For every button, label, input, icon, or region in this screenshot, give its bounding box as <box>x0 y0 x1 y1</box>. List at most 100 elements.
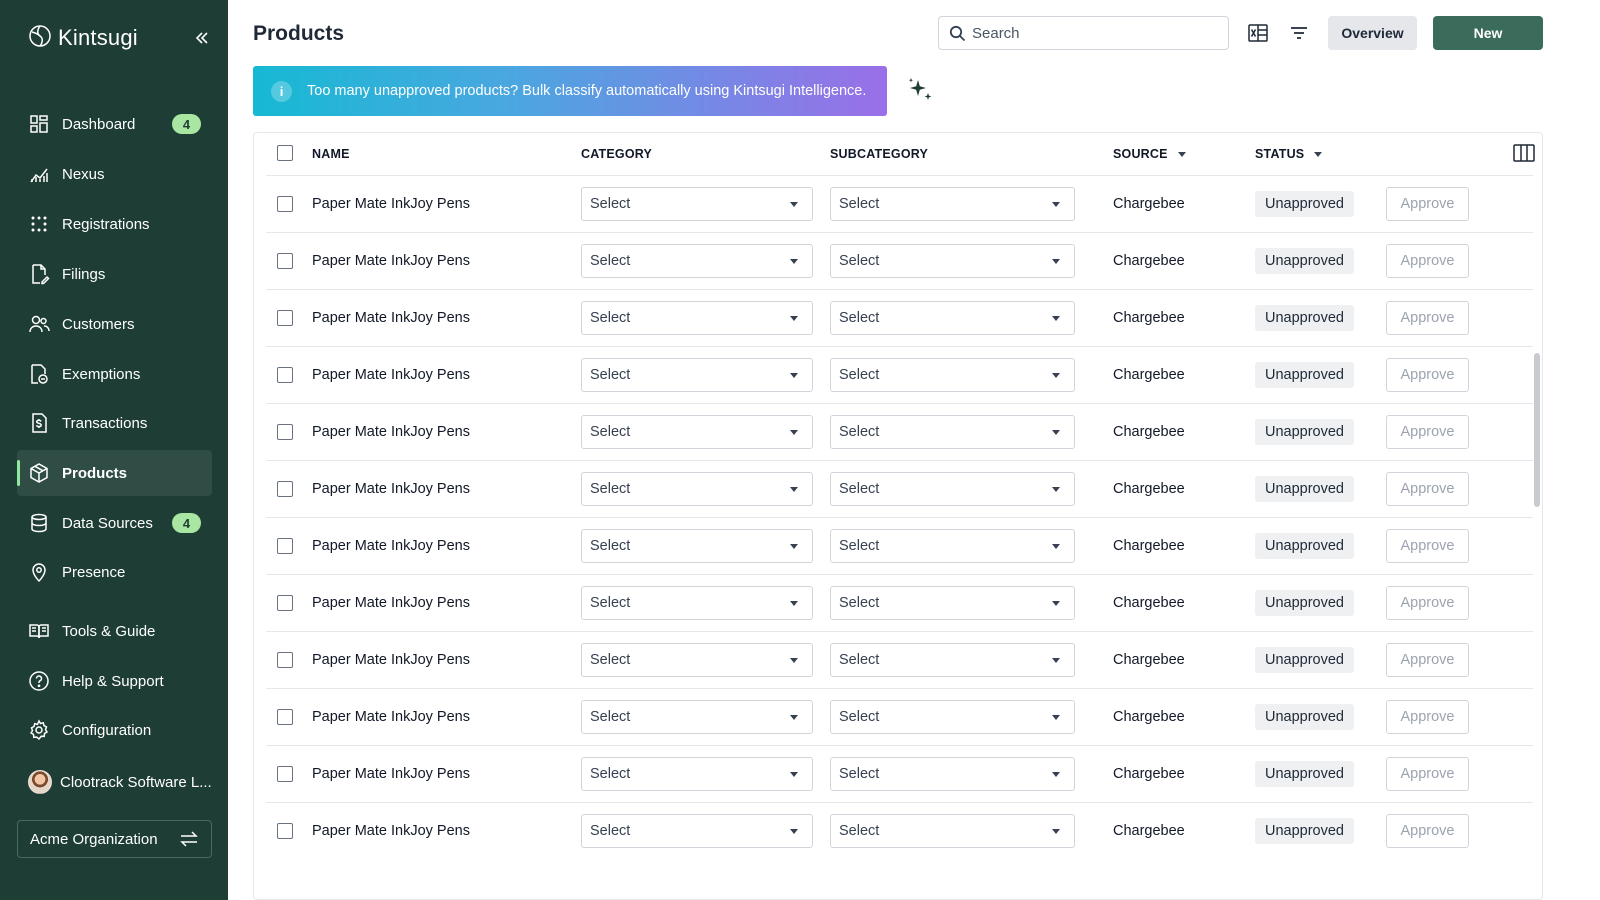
intelligence-banner[interactable]: i Too many unapproved products? Bulk cla… <box>253 66 887 116</box>
subcategory-select[interactable]: Select <box>830 586 1075 620</box>
approve-button[interactable]: Approve <box>1386 700 1469 734</box>
category-select[interactable]: Select <box>581 301 813 335</box>
filings-icon <box>28 263 50 285</box>
row-checkbox[interactable] <box>277 310 293 326</box>
page-title: Products <box>253 22 345 45</box>
row-checkbox[interactable] <box>277 481 293 497</box>
dropdown-caret-icon <box>1052 316 1060 321</box>
row-checkbox[interactable] <box>277 367 293 383</box>
category-select[interactable]: Select <box>581 814 813 848</box>
status-badge: Unapproved <box>1255 362 1354 388</box>
subcategory-select[interactable]: Select <box>830 415 1075 449</box>
dropdown-caret-icon <box>1052 544 1060 549</box>
dropdown-caret-icon <box>1052 373 1060 378</box>
category-select[interactable]: Select <box>581 529 813 563</box>
sidebar-item-dashboard[interactable]: Dashboard 4 <box>17 101 212 147</box>
approve-button[interactable]: Approve <box>1386 244 1469 278</box>
filter-button[interactable] <box>1286 20 1312 46</box>
row-checkbox[interactable] <box>277 709 293 725</box>
approve-button[interactable]: Approve <box>1386 586 1469 620</box>
new-button[interactable]: New <box>1433 16 1543 50</box>
search-input[interactable] <box>972 24 1212 42</box>
subcategory-select-value: Select <box>839 538 880 554</box>
sidebar-item-presence[interactable]: Presence <box>17 549 212 595</box>
row-checkbox[interactable] <box>277 766 293 782</box>
subcategory-select[interactable]: Select <box>830 301 1075 335</box>
approve-button[interactable]: Approve <box>1386 187 1469 221</box>
category-select[interactable]: Select <box>581 415 813 449</box>
category-select[interactable]: Select <box>581 643 813 677</box>
subcategory-select[interactable]: Select <box>830 814 1075 848</box>
column-settings-button[interactable] <box>1513 144 1535 162</box>
approve-button[interactable]: Approve <box>1386 643 1469 677</box>
sidebar-item-data-sources[interactable]: Data Sources 4 <box>17 500 212 546</box>
category-select[interactable]: Select <box>581 358 813 392</box>
search-box[interactable] <box>938 16 1229 50</box>
approve-button[interactable]: Approve <box>1386 529 1469 563</box>
column-header-source[interactable]: SOURCE <box>1113 147 1186 161</box>
column-header-category[interactable]: CATEGORY <box>581 147 652 161</box>
row-checkbox[interactable] <box>277 595 293 611</box>
row-checkbox[interactable] <box>277 823 293 839</box>
subcategory-select[interactable]: Select <box>830 529 1075 563</box>
select-all-checkbox[interactable] <box>277 145 293 161</box>
sidebar-item-help-support[interactable]: Help & Support <box>17 658 212 704</box>
sidebar-item-tools-guide[interactable]: Tools & Guide <box>17 608 212 654</box>
sidebar-item-registrations[interactable]: Registrations <box>17 201 212 247</box>
category-select[interactable]: Select <box>581 472 813 506</box>
customers-icon <box>28 313 50 335</box>
column-header-subcategory[interactable]: SUBCATEGORY <box>830 147 928 161</box>
approve-button[interactable]: Approve <box>1386 358 1469 392</box>
subcategory-select[interactable]: Select <box>830 643 1075 677</box>
subcategory-select[interactable]: Select <box>830 358 1075 392</box>
overview-button[interactable]: Overview <box>1328 16 1417 50</box>
approve-button[interactable]: Approve <box>1386 757 1469 791</box>
export-excel-button[interactable] <box>1245 20 1271 46</box>
approve-button[interactable]: Approve <box>1386 472 1469 506</box>
category-select[interactable]: Select <box>581 757 813 791</box>
row-checkbox[interactable] <box>277 196 293 212</box>
status-badge: Unapproved <box>1255 761 1354 787</box>
dropdown-caret-icon <box>1052 601 1060 606</box>
row-checkbox[interactable] <box>277 652 293 668</box>
row-checkbox[interactable] <box>277 253 293 269</box>
sidebar-item-configuration[interactable]: Configuration <box>17 707 212 753</box>
ai-sparkle-button[interactable] <box>905 76 935 106</box>
table-scrollbar[interactable] <box>1534 353 1540 507</box>
row-checkbox[interactable] <box>277 538 293 554</box>
sidebar-item-exemptions[interactable]: Exemptions <box>17 351 212 397</box>
approve-button[interactable]: Approve <box>1386 814 1469 848</box>
columns-icon <box>1513 144 1535 162</box>
avatar <box>28 770 52 794</box>
approve-button[interactable]: Approve <box>1386 415 1469 449</box>
category-select[interactable]: Select <box>581 700 813 734</box>
user-profile[interactable]: Clootrack Software L... <box>28 770 212 794</box>
approve-button[interactable]: Approve <box>1386 301 1469 335</box>
subcategory-select-value: Select <box>839 595 880 611</box>
column-header-status[interactable]: STATUS <box>1255 147 1323 161</box>
sidebar-item-products[interactable]: Products <box>17 450 212 496</box>
subcategory-select[interactable]: Select <box>830 244 1075 278</box>
products-box-icon <box>28 462 50 484</box>
collapse-sidebar-button[interactable] <box>192 28 212 48</box>
subcategory-select[interactable]: Select <box>830 757 1075 791</box>
sidebar-item-nexus[interactable]: Nexus <box>17 151 212 197</box>
subcategory-select[interactable]: Select <box>830 700 1075 734</box>
logo[interactable]: Kintsugi <box>28 24 138 53</box>
sidebar-item-filings[interactable]: Filings <box>17 251 212 297</box>
category-select[interactable]: Select <box>581 244 813 278</box>
database-icon <box>28 512 50 534</box>
category-select[interactable]: Select <box>581 586 813 620</box>
sidebar-item-transactions[interactable]: Transactions <box>17 400 212 446</box>
row-checkbox[interactable] <box>277 424 293 440</box>
sidebar-item-customers[interactable]: Customers <box>17 301 212 347</box>
column-header-name[interactable]: NAME <box>312 147 350 161</box>
organization-switcher[interactable]: Acme Organization <box>17 820 212 858</box>
subcategory-select[interactable]: Select <box>830 187 1075 221</box>
source-value: Chargebee <box>1113 823 1185 839</box>
subcategory-select[interactable]: Select <box>830 472 1075 506</box>
product-name: Paper Mate InkJoy Pens <box>312 367 470 383</box>
subcategory-select-value: Select <box>839 310 880 326</box>
product-name: Paper Mate InkJoy Pens <box>312 652 470 668</box>
category-select[interactable]: Select <box>581 187 813 221</box>
